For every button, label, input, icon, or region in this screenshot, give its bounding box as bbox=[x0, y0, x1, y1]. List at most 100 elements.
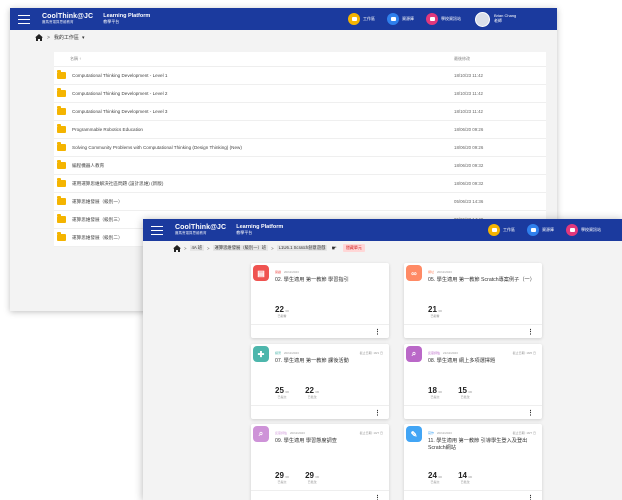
column-name-header[interactable]: 名稱 ↑ bbox=[70, 56, 81, 62]
stat-total: /30 bbox=[284, 309, 290, 313]
stat-count: 15 bbox=[458, 386, 467, 395]
school-icon bbox=[426, 13, 438, 25]
user-role: 老師 bbox=[494, 18, 502, 23]
card-due: 截止日期: 18/6 日 bbox=[512, 351, 536, 355]
home-icon[interactable] bbox=[173, 244, 181, 252]
card-date: 20/11/2023 bbox=[437, 431, 452, 435]
table-row[interactable]: 編程機器人教育 18/06/20 09:32 bbox=[54, 157, 546, 175]
top-bar: CoolThink@JC 賽馬會運算思維教育 Learning Platform… bbox=[10, 8, 557, 30]
more-options-icon[interactable]: ⋮ bbox=[527, 409, 534, 417]
stat-label: 已提交 bbox=[277, 395, 287, 399]
activity-card[interactable]: ⌕ 反思評估 20/11/2023 截止日期: 19/7 日 09. 學生適用 學習態度… bbox=[251, 424, 389, 500]
platform-title-zh: 教學平台 bbox=[236, 229, 253, 235]
stat-total: /30 bbox=[314, 390, 320, 394]
nav-school-info[interactable]: 學校資訊站 bbox=[566, 224, 601, 236]
breadcrumb: > 我的工作區 ▾ bbox=[35, 34, 84, 41]
card-divider bbox=[404, 405, 542, 406]
table-row[interactable]: Solving Community Problems with Computat… bbox=[54, 139, 546, 157]
breadcrumb-separator: > bbox=[271, 245, 274, 251]
stat-label: 已批改 bbox=[307, 395, 317, 399]
stat-label: 已觀看 bbox=[430, 314, 440, 318]
nav-resources-label: 資源庫 bbox=[402, 16, 414, 21]
nav-workspace[interactable]: 工作區 bbox=[348, 13, 375, 25]
breadcrumb-separator: > bbox=[47, 34, 50, 41]
stat-total: /30 bbox=[284, 390, 290, 394]
link-icon: ∞ bbox=[406, 265, 422, 281]
resources-icon bbox=[387, 13, 399, 25]
activity-card[interactable]: ▤ 閱讀 20/11/2023 02. 學生適用 第一教節 學習指引 22/30 已觀看 ⋮ bbox=[251, 263, 389, 338]
more-options-icon[interactable]: ⋮ bbox=[527, 494, 534, 500]
breadcrumb-current[interactable]: 我的工作區 bbox=[54, 34, 79, 41]
stat: 29/30 已提交 bbox=[275, 471, 289, 484]
menu-icon[interactable] bbox=[18, 14, 30, 24]
table-row[interactable]: 運算思維發展（級別一） 05/06/23 14:36 bbox=[54, 193, 546, 211]
activity-card[interactable]: ⌕ 反思評估 21/11/2023 截止日期: 18/6 日 08. 學生適用 網上多項… bbox=[404, 344, 542, 419]
stat-label: 已批改 bbox=[460, 395, 470, 399]
table-row[interactable]: Computational Thinking Development - Lev… bbox=[54, 103, 546, 121]
stat-total: /30 bbox=[437, 475, 443, 479]
row-name: 運用運算思維解決社區問題 (設計思維) (新版) bbox=[72, 180, 164, 186]
activity-card[interactable]: ∞ 網址 20/11/2023 05. 學生適用 第一教節 Scratch專案例子（一… bbox=[404, 263, 542, 338]
table-row[interactable]: Programmable Robotics Education 18/06/20 … bbox=[54, 121, 546, 139]
nav-resources-label: 資源庫 bbox=[542, 227, 554, 232]
card-divider bbox=[404, 324, 542, 325]
row-name: Computational Thinking Development - Lev… bbox=[72, 73, 168, 78]
card-title[interactable]: 11. 學生適用 第一教節 引導學生登入及登出Scratch網站 bbox=[428, 438, 536, 452]
card-title[interactable]: 02. 學生適用 第一教節 學習指引 bbox=[275, 277, 383, 284]
breadcrumb-course[interactable]: 運算思維發展（級別一）班 bbox=[212, 245, 269, 251]
table-row[interactable]: 運用運算思維解決社區問題 (設計思維) (新版) 18/06/20 09:32 bbox=[54, 175, 546, 193]
card-stats: 22/30 已觀看 bbox=[275, 305, 289, 318]
more-options-icon[interactable]: ⋮ bbox=[374, 494, 381, 500]
nav-school-info[interactable]: 學校資訊站 bbox=[426, 13, 461, 25]
more-options-icon[interactable]: ⋮ bbox=[374, 409, 381, 417]
breadcrumb-class[interactable]: 4A 班 bbox=[189, 245, 205, 251]
card-meta: 寫作 20/11/2023 bbox=[428, 431, 452, 435]
nav-resources[interactable]: 資源庫 bbox=[387, 13, 414, 25]
platform-title-zh: 教學平台 bbox=[103, 18, 120, 24]
folder-icon bbox=[57, 196, 66, 205]
chevron-down-icon[interactable]: ▾ bbox=[82, 35, 85, 41]
folder-icon bbox=[348, 13, 360, 25]
row-name: 運算思維發展（級別一） bbox=[72, 198, 123, 204]
column-date-header[interactable]: 最後修改 bbox=[454, 56, 470, 62]
activity-card[interactable]: ✚ 練習 20/11/2023 截止日期: 18/1 日 07. 學生適用 第一教節 課… bbox=[251, 344, 389, 419]
card-due: 截止日期: 19/7 日 bbox=[359, 431, 383, 435]
row-date: 18/06/20 09:26 bbox=[454, 145, 484, 150]
stat-count: 24 bbox=[428, 471, 437, 480]
brand-logo[interactable]: CoolThink@JC 賽馬會運算思維教育 bbox=[175, 224, 226, 236]
stat-total: /30 bbox=[437, 390, 443, 394]
user-menu[interactable]: Brian Chang 老師 bbox=[475, 11, 516, 27]
stat-total: /30 bbox=[467, 390, 473, 394]
card-title[interactable]: 09. 學生適用 學習態度調查 bbox=[275, 438, 383, 445]
card-divider bbox=[251, 490, 389, 491]
more-options-icon[interactable]: ⋮ bbox=[527, 328, 534, 336]
stat-label: 已觀看 bbox=[277, 314, 287, 318]
more-options-icon[interactable]: ⋮ bbox=[374, 328, 381, 336]
folder-icon bbox=[57, 124, 66, 133]
row-date: 18/06/20 09:32 bbox=[454, 163, 484, 168]
table-row[interactable]: Computational Thinking Development - Lev… bbox=[54, 85, 546, 103]
card-tag: 閱讀 bbox=[275, 270, 282, 274]
card-tag: 練習 bbox=[275, 351, 282, 355]
folder-icon bbox=[57, 178, 66, 187]
row-name: Programmable Robotics Education bbox=[72, 127, 143, 132]
hidden-unit-badge[interactable]: 隱藏單元 bbox=[342, 244, 365, 252]
activity-card[interactable]: ✎ 寫作 20/11/2023 截止日期: 18/7 日 11. 學生適用 第一教節 引… bbox=[404, 424, 542, 500]
breadcrumb-unit[interactable]: L1U6.1 Scratch創意遊戲 bbox=[276, 245, 328, 251]
card-title[interactable]: 07. 學生適用 第一教節 課後活動 bbox=[275, 358, 383, 365]
nav-workspace[interactable]: 工作區 bbox=[488, 224, 515, 236]
card-meta: 閱讀 20/11/2023 bbox=[275, 270, 299, 274]
card-title[interactable]: 05. 學生適用 第一教節 Scratch專案例子（一） bbox=[428, 277, 536, 284]
card-title[interactable]: 08. 學生適用 網上多項選擇題 bbox=[428, 358, 536, 365]
card-stats: 25/30 已提交 22/30 已批改 bbox=[275, 386, 319, 399]
nav-resources[interactable]: 資源庫 bbox=[527, 224, 554, 236]
menu-icon[interactable] bbox=[151, 225, 163, 235]
breadcrumb: > 4A 班 > 運算思維發展（級別一）班 > L1U6.1 Scratch創意… bbox=[173, 244, 365, 252]
stat-count: 29 bbox=[275, 471, 284, 480]
table-row[interactable]: Computational Thinking Development - Lev… bbox=[54, 67, 546, 85]
home-icon[interactable] bbox=[35, 34, 43, 41]
card-meta: 練習 20/11/2023 bbox=[275, 351, 299, 355]
row-name: Solving Community Problems with Computat… bbox=[72, 145, 242, 150]
file-list: 名稱 ↑ 最後修改 Computational Thinking Develop… bbox=[54, 52, 546, 247]
brand-logo[interactable]: CoolThink@JC 賽馬會運算思維教育 bbox=[42, 13, 93, 25]
